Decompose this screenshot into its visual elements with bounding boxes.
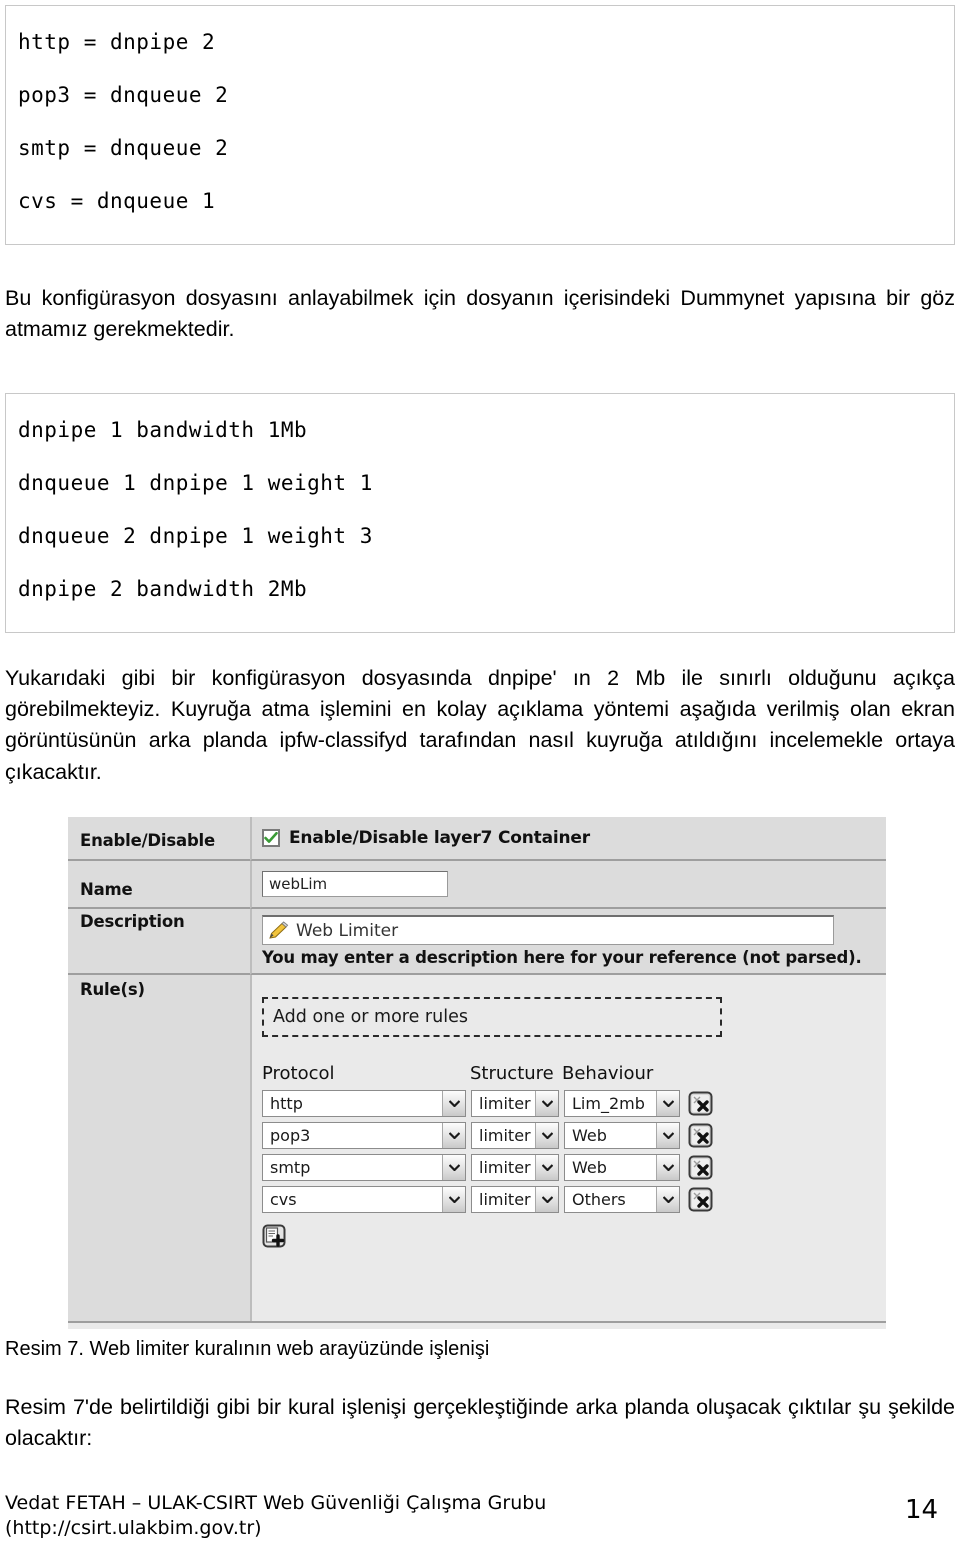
label-rules: Rule(s) [68,975,250,1321]
structure-select[interactable]: limiter [471,1186,559,1213]
protocol-select-value: pop3 [270,1126,311,1145]
paragraph-queue-explanation: Yukarıdaki gibi bir konfigürasyon dosyas… [5,666,955,784]
table-row: cvs limiter Others [262,1186,886,1213]
chevron-down-icon[interactable] [535,1155,558,1180]
structure-select-value: limiter [479,1126,531,1145]
delete-row-icon[interactable] [688,1123,713,1148]
structure-select[interactable]: limiter [471,1154,559,1181]
description-input[interactable]: Web Limiter [262,915,834,945]
chevron-down-icon[interactable] [656,1187,679,1212]
figure-caption: Resim 7. Web limiter kuralının web arayü… [5,1338,490,1360]
table-row: http limiter Lim_2mb [262,1090,886,1117]
label-description: Description [68,909,250,975]
structure-select[interactable]: limiter [471,1090,559,1117]
enable-disable-checkbox-label: Enable/Disable layer7 Container [289,828,590,848]
behaviour-select[interactable]: Lim_2mb [564,1090,680,1117]
delete-row-icon[interactable] [688,1091,713,1116]
chevron-down-icon[interactable] [656,1091,679,1116]
behaviour-select-value: Lim_2mb [572,1094,645,1113]
behaviour-select[interactable]: Web [564,1122,680,1149]
footer-line-2: (http://csirt.ulakbim.gov.tr) [5,1516,262,1539]
label-enable-disable: Enable/Disable [68,817,250,861]
protocol-select[interactable]: pop3 [262,1122,466,1149]
delete-row-icon[interactable] [688,1155,713,1180]
protocol-select-value: smtp [270,1158,311,1177]
form-row-enable-disable: Enable/Disable Enable/Disable layer7 Con… [68,817,886,861]
check-icon[interactable] [262,829,280,847]
code-line: dnqueue 1 dnpipe 1 weight 1 [18,471,373,495]
behaviour-select-value: Web [572,1158,607,1177]
form-row-rules: Rule(s) Add one or more rules Protocol S… [68,975,886,1321]
code-line: dnqueue 2 dnpipe 1 weight 3 [18,524,373,548]
behaviour-select-value: Web [572,1126,607,1145]
structure-select-value: limiter [479,1158,531,1177]
column-header-structure: Structure [470,1063,554,1084]
structure-select-value: limiter [479,1190,531,1209]
protocol-select-value: http [270,1094,303,1113]
field-enable-disable: Enable/Disable layer7 Container [250,817,886,861]
document-page: http = dnpipe 2 pop3 = dnqueue 2 smtp = … [0,0,960,1549]
code-line: pop3 = dnqueue 2 [18,83,229,107]
form-row-description: Description Web Limiter You may enter a … [68,909,886,975]
chevron-down-icon[interactable] [442,1123,465,1148]
column-header-protocol: Protocol [262,1063,335,1084]
structure-select-value: limiter [479,1094,531,1113]
form-row-name: Name webLim [68,861,886,909]
code-line: dnpipe 2 bandwidth 2Mb [18,577,308,601]
chevron-down-icon[interactable] [442,1091,465,1116]
chevron-down-icon[interactable] [535,1091,558,1116]
table-row: pop3 limiter Web [262,1122,886,1149]
code-line: dnpipe 1 bandwidth 1Mb [18,418,308,442]
chevron-down-icon[interactable] [535,1187,558,1212]
paragraph-output-intro: Resim 7'de belirtildiği gibi bir kural i… [5,1395,955,1451]
page-number: 14 [905,1495,939,1525]
delete-row-icon[interactable] [688,1187,713,1212]
protocol-select-value: cvs [270,1190,297,1209]
code-line: cvs = dnqueue 1 [18,189,216,213]
chevron-down-icon[interactable] [535,1123,558,1148]
code-block-dnpipe-mapping: http = dnpipe 2 pop3 = dnqueue 2 smtp = … [5,5,955,245]
name-input[interactable]: webLim [262,871,448,897]
column-header-behaviour: Behaviour [562,1063,654,1084]
protocol-select[interactable]: http [262,1090,466,1117]
field-description: Web Limiter You may enter a description … [250,909,886,975]
behaviour-select[interactable]: Web [564,1154,680,1181]
chevron-down-icon[interactable] [442,1187,465,1212]
behaviour-select-value: Others [572,1190,626,1209]
code-line: smtp = dnqueue 2 [18,136,229,160]
add-rules-dropzone[interactable]: Add one or more rules [262,997,722,1037]
field-name: webLim [250,861,886,909]
rules-table-header: Protocol Structure Behaviour [262,1063,886,1084]
table-row: smtp limiter Web [262,1154,886,1181]
description-hint: You may enter a description here for you… [262,948,862,967]
pencil-icon [267,920,289,941]
chevron-down-icon[interactable] [656,1123,679,1148]
figure-web-limiter-screenshot: Enable/Disable Enable/Disable layer7 Con… [68,817,886,1329]
protocol-select[interactable]: smtp [262,1154,466,1181]
footer-attribution: Vedat FETAH – ULAK-CSIRT Web Güvenliği Ç… [5,1491,705,1540]
code-block-dummynet-config: dnpipe 1 bandwidth 1Mb dnqueue 1 dnpipe … [5,393,955,633]
field-rules: Add one or more rules Protocol Structure… [250,975,886,1321]
code-line: http = dnpipe 2 [18,30,216,54]
label-name: Name [68,861,250,909]
description-input-value: Web Limiter [296,920,399,941]
structure-select[interactable]: limiter [471,1122,559,1149]
chevron-down-icon[interactable] [656,1155,679,1180]
chevron-down-icon[interactable] [442,1155,465,1180]
behaviour-select[interactable]: Others [564,1186,680,1213]
protocol-select[interactable]: cvs [262,1186,466,1213]
form-actions-bar: Save Cancel Delete [68,1321,886,1329]
footer-line-1: Vedat FETAH – ULAK-CSIRT Web Güvenliği Ç… [5,1492,547,1514]
paragraph-dummynet-intro: Bu konfigürasyon dosyasını anlayabilmek … [5,286,955,342]
add-row-icon[interactable] [262,1224,287,1249]
